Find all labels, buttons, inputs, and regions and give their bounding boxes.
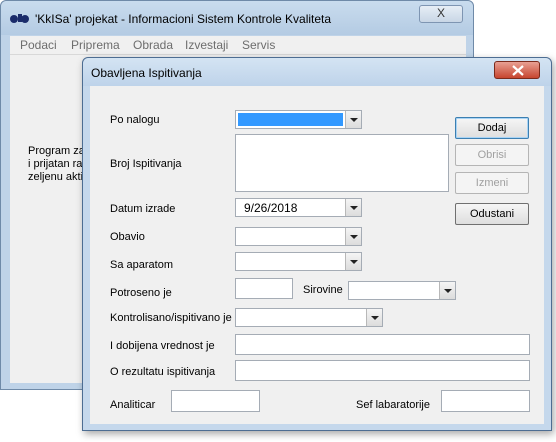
sa-aparatom-combo[interactable] xyxy=(235,252,362,271)
kontrolisano-label: Kontrolisano/ispitivano je xyxy=(110,312,232,324)
main-titlebar[interactable]: 'KkISa' projekat - Informacioni Sistem K… xyxy=(1,1,473,35)
dialog-titlebar[interactable]: Obavljena Ispitivanja xyxy=(83,58,551,86)
menu-obrada[interactable]: Obrada xyxy=(133,38,173,52)
dialog-client-area: Po nalogu Broj Ispitivanja Datum izrade … xyxy=(90,86,544,424)
close-icon: X xyxy=(436,6,445,20)
rezultat-ispitivanja-field[interactable] xyxy=(235,360,530,381)
broj-ispitivanja-field[interactable] xyxy=(235,134,449,192)
close-icon xyxy=(512,65,524,76)
app-icon xyxy=(10,14,29,23)
sef-labaratorije-field[interactable] xyxy=(441,390,530,412)
obavio-label: Obavio xyxy=(110,231,145,243)
po-nalogu-label: Po nalogu xyxy=(110,114,160,126)
dobijena-vrednost-field[interactable] xyxy=(235,334,530,355)
sef-labaratorije-label: Sef labaratorije xyxy=(356,399,430,411)
potroseno-je-field[interactable] xyxy=(235,278,293,299)
chevron-down-icon[interactable] xyxy=(366,309,382,326)
analiticar-label: Analiticar xyxy=(110,399,156,411)
main-welcome-text: Program za i prijatan rad zeljenu akti xyxy=(28,145,89,183)
obrisi-button[interactable]: Obrisi xyxy=(455,144,529,166)
datum-izrade-value: 9/26/2018 xyxy=(244,201,298,215)
chevron-down-icon[interactable] xyxy=(439,282,455,299)
chevron-down-icon[interactable] xyxy=(345,228,361,245)
datum-izrade-label: Datum izrade xyxy=(110,203,176,215)
main-menubar: Podaci Priprema Obrada Izvestaji Servis xyxy=(10,36,466,55)
odustani-button[interactable]: Odustani xyxy=(455,203,529,225)
potroseno-je-label: Potroseno je xyxy=(110,287,172,299)
datum-izrade-picker[interactable]: 9/26/2018 xyxy=(235,198,362,217)
chevron-down-icon[interactable] xyxy=(345,253,361,270)
sa-aparatom-label: Sa aparatom xyxy=(110,259,173,271)
menu-priprema[interactable]: Priprema xyxy=(71,38,120,52)
menu-servis[interactable]: Servis xyxy=(242,38,275,52)
chevron-down-icon[interactable] xyxy=(345,111,361,128)
main-close-button[interactable]: X xyxy=(419,5,463,23)
chevron-down-icon[interactable] xyxy=(345,199,361,216)
dialog-close-button[interactable] xyxy=(494,61,540,79)
dialog-title: Obavljena Ispitivanja xyxy=(91,66,202,80)
dobijena-vrednost-label: I dobijena vrednost je xyxy=(110,340,215,352)
analiticar-field[interactable] xyxy=(171,390,260,412)
sirovine-label: Sirovine xyxy=(303,284,343,296)
rezultat-ispitivanja-label: O rezultatu ispitivanja xyxy=(110,366,216,378)
kontrolisano-combo[interactable] xyxy=(235,308,383,327)
main-window-title: 'KkISa' projekat - Informacioni Sistem K… xyxy=(35,12,332,26)
obavljena-ispitivanja-dialog: Obavljena Ispitivanja Po nalogu Broj Isp… xyxy=(82,57,552,431)
sirovine-combo[interactable] xyxy=(348,281,456,300)
dodaj-button[interactable]: Dodaj xyxy=(455,117,529,139)
izmeni-button[interactable]: Izmeni xyxy=(455,172,529,194)
menu-izvestaji[interactable]: Izvestaji xyxy=(185,38,228,52)
menu-podaci[interactable]: Podaci xyxy=(20,38,57,52)
po-nalogu-combo[interactable] xyxy=(235,110,362,129)
broj-ispitivanja-label: Broj Ispitivanja xyxy=(110,158,182,170)
obavio-combo[interactable] xyxy=(235,227,362,246)
